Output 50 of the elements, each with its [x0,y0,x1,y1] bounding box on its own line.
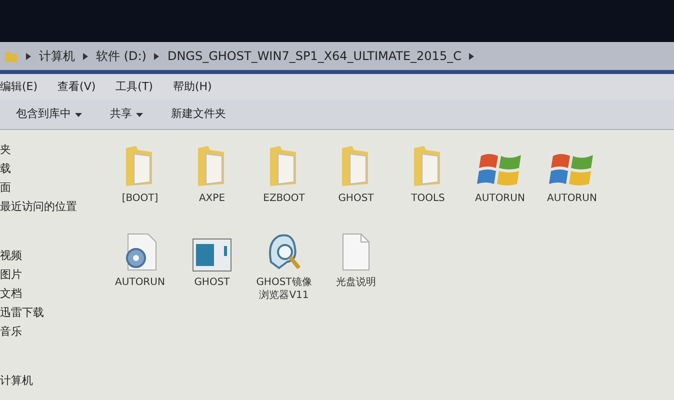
file-item[interactable]: GHOST [176,226,248,310]
file-name: AUTORUN [474,192,526,205]
file-name: AUTORUN [114,276,166,289]
breadcrumb-item[interactable]: DNGS_GHOST_WIN7_SP1_X64_ULTIMATE_2015_C [167,47,462,65]
file-item[interactable]: [BOOT] [104,142,176,226]
navigation-item[interactable]: 图片 [0,267,104,286]
file-name: 光盘说明 [335,276,377,289]
navigation-item[interactable]: 迅雷下载 [0,305,104,324]
file-name: GHOST [337,192,375,205]
menu-item[interactable]: 工具(T) [116,78,153,96]
breadcrumb-arrow-icon [26,52,31,60]
toolbar-button[interactable]: 新建文件夹 [171,106,226,123]
file-name: EZBOOT [262,192,306,205]
breadcrumb-item[interactable]: 计算机 [39,47,75,65]
breadcrumb-arrow-icon [83,52,88,60]
navigation-item[interactable]: 最近访问的位置 [0,199,104,218]
breadcrumb-arrow-icon [469,52,474,60]
navigation-item[interactable]: 视频 [0,248,104,267]
file-item[interactable]: GHOST [320,142,392,226]
file-item[interactable]: GHOST镜像浏览器V11 [248,226,320,310]
breadcrumb-item[interactable]: 软件 (D:) [96,47,146,65]
file-item[interactable]: EZBOOT [248,142,320,226]
file-name: TOOLS [410,192,446,205]
document-icon [341,232,371,272]
file-item[interactable]: AUTORUN [464,142,536,226]
address-bar[interactable]: 计算机 软件 (D:) DNGS_GHOST_WIN7_SP1_X64_ULTIMATE_2015_C [0,42,674,74]
navigation-item[interactable]: 文档 [0,286,104,305]
file-item[interactable]: AUTORUN [104,226,176,310]
file-name: AUTORUN [546,192,598,205]
file-name: AXPE [198,192,226,205]
navigation-item[interactable]: 夹 [0,142,104,161]
navigation-item[interactable]: 计算机 [0,373,104,392]
file-item[interactable]: AXPE [176,142,248,226]
navigation-item[interactable]: 面 [0,180,104,199]
navigation-item[interactable]: 载 [0,161,104,180]
menu-item[interactable]: 查看(V) [58,78,96,96]
file-item[interactable]: 光盘说明 [320,226,392,310]
file-item[interactable]: TOOLS [392,142,464,226]
folder-icon [4,49,18,63]
menu-item[interactable]: 帮助(H) [172,78,212,96]
file-name: [BOOT] [120,192,160,205]
menu-item[interactable]: 编辑(E) [0,78,38,96]
navigation-item[interactable]: 音乐 [0,324,104,343]
file-item[interactable]: AUTORUN [536,142,608,226]
toolbar-button[interactable]: 包含到库中 [16,106,82,123]
toolbar-button[interactable]: 共享 [110,106,143,123]
file-name: GHOST镜像浏览器V11 [255,276,313,302]
file-name: GHOST [193,276,231,289]
breadcrumb-arrow-icon [154,52,160,60]
window-app-icon [192,238,232,272]
